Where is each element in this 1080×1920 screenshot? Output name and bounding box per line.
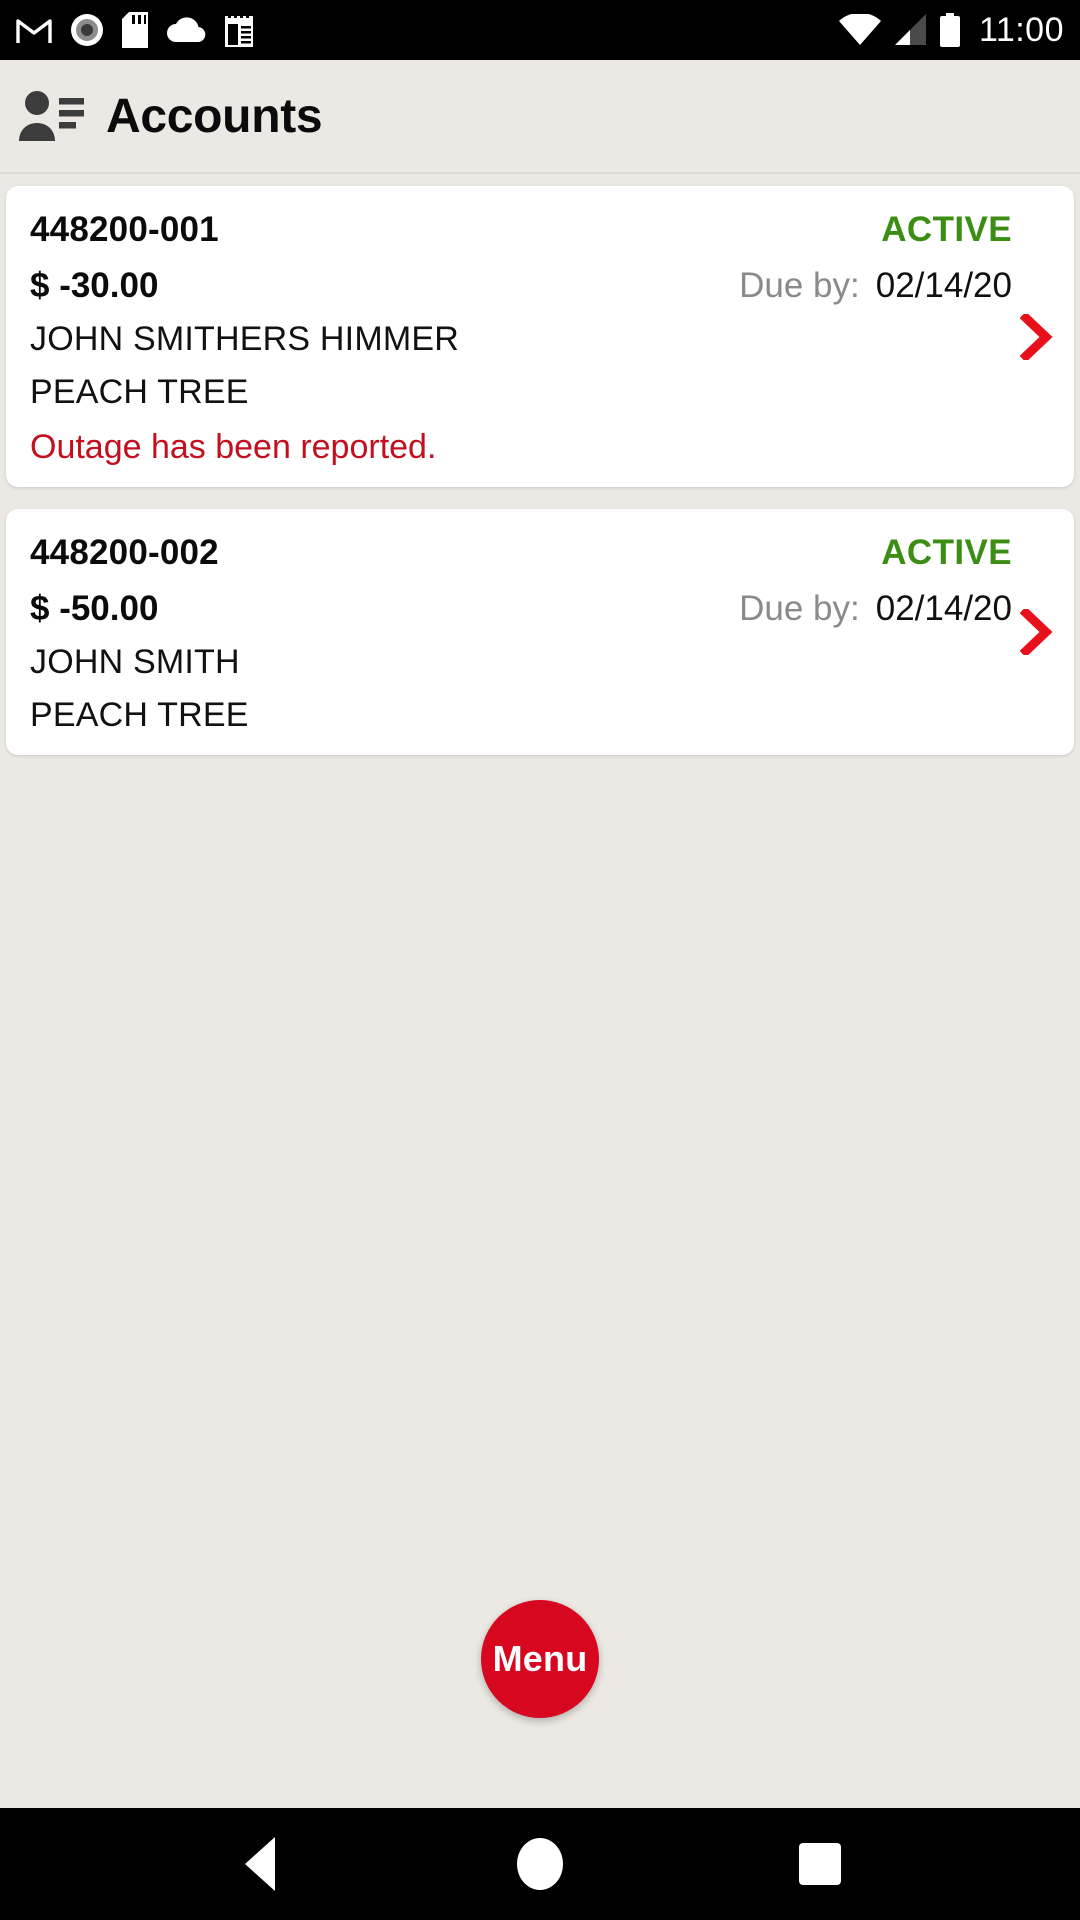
due-by-date: 02/14/20 (875, 266, 1012, 305)
account-card-amount-row: $ -50.00 Due by: 02/14/20 (6, 573, 1074, 629)
sd-card-icon (122, 12, 148, 48)
back-triangle-icon (245, 1837, 275, 1891)
accounts-list[interactable]: 448200-001 ACTIVE $ -30.00 Due by: 02/14… (0, 172, 1080, 1808)
record-icon (71, 14, 103, 46)
due-by-label: Due by: (739, 589, 860, 628)
page-title: Accounts (106, 89, 323, 143)
cloud-icon (167, 17, 206, 43)
menu-fab-label: Menu (492, 1638, 588, 1679)
status-badge: ACTIVE (881, 533, 1012, 572)
due-date-group: Due by: 02/14/20 (739, 589, 1012, 629)
gmail-icon (16, 19, 52, 43)
page-header: Accounts (0, 60, 1080, 172)
battery-icon (939, 13, 960, 47)
account-card-header-row: 448200-001 ACTIVE (6, 210, 1074, 250)
due-date-group: Due by: 02/14/20 (739, 266, 1012, 306)
notes-icon (225, 12, 253, 47)
cellular-signal-icon (894, 14, 926, 45)
status-bar-right-icons: 11:00 (838, 10, 1064, 50)
home-button[interactable] (485, 1809, 595, 1919)
status-badge: ACTIVE (881, 210, 1012, 249)
chevron-right-icon[interactable] (1020, 313, 1054, 360)
menu-fab-button[interactable]: Menu (481, 1600, 599, 1718)
customer-name: JOHN SMITHERS HIMMER (30, 320, 459, 358)
account-card-header-row: 448200-002 ACTIVE (6, 533, 1074, 573)
status-bar: 11:00 (0, 0, 1080, 60)
customer-name: JOHN SMITH (30, 643, 240, 681)
due-by-date: 02/14/20 (875, 589, 1012, 628)
wifi-icon (838, 14, 881, 45)
status-bar-left-icons (16, 12, 254, 48)
back-button[interactable] (205, 1809, 315, 1919)
due-by-label: Due by: (739, 266, 860, 305)
service-location: PEACH TREE (30, 696, 249, 734)
recents-square-icon (799, 1843, 841, 1885)
app-root: 11:00 Accounts 448200-001 ACTIVE $ -30.0… (0, 0, 1080, 1920)
home-circle-icon (517, 1838, 563, 1890)
chevron-right-icon[interactable] (1020, 609, 1054, 655)
account-balance: $ -30.00 (30, 266, 159, 305)
account-card-amount-row: $ -30.00 Due by: 02/14/20 (6, 250, 1074, 306)
account-card[interactable]: 448200-001 ACTIVE $ -30.00 Due by: 02/14… (6, 186, 1074, 487)
status-bar-clock: 11:00 (978, 10, 1064, 49)
account-card[interactable]: 448200-002 ACTIVE $ -50.00 Due by: 02/14… (6, 509, 1074, 755)
account-number: 448200-001 (30, 210, 219, 249)
accounts-contact-icon (19, 91, 84, 141)
service-location: PEACH TREE (30, 373, 249, 411)
account-number: 448200-002 (30, 533, 219, 572)
account-balance: $ -50.00 (30, 589, 159, 628)
android-navigation-bar (0, 1808, 1080, 1920)
recents-button[interactable] (765, 1809, 875, 1919)
outage-notice: Outage has been reported. (30, 428, 437, 466)
